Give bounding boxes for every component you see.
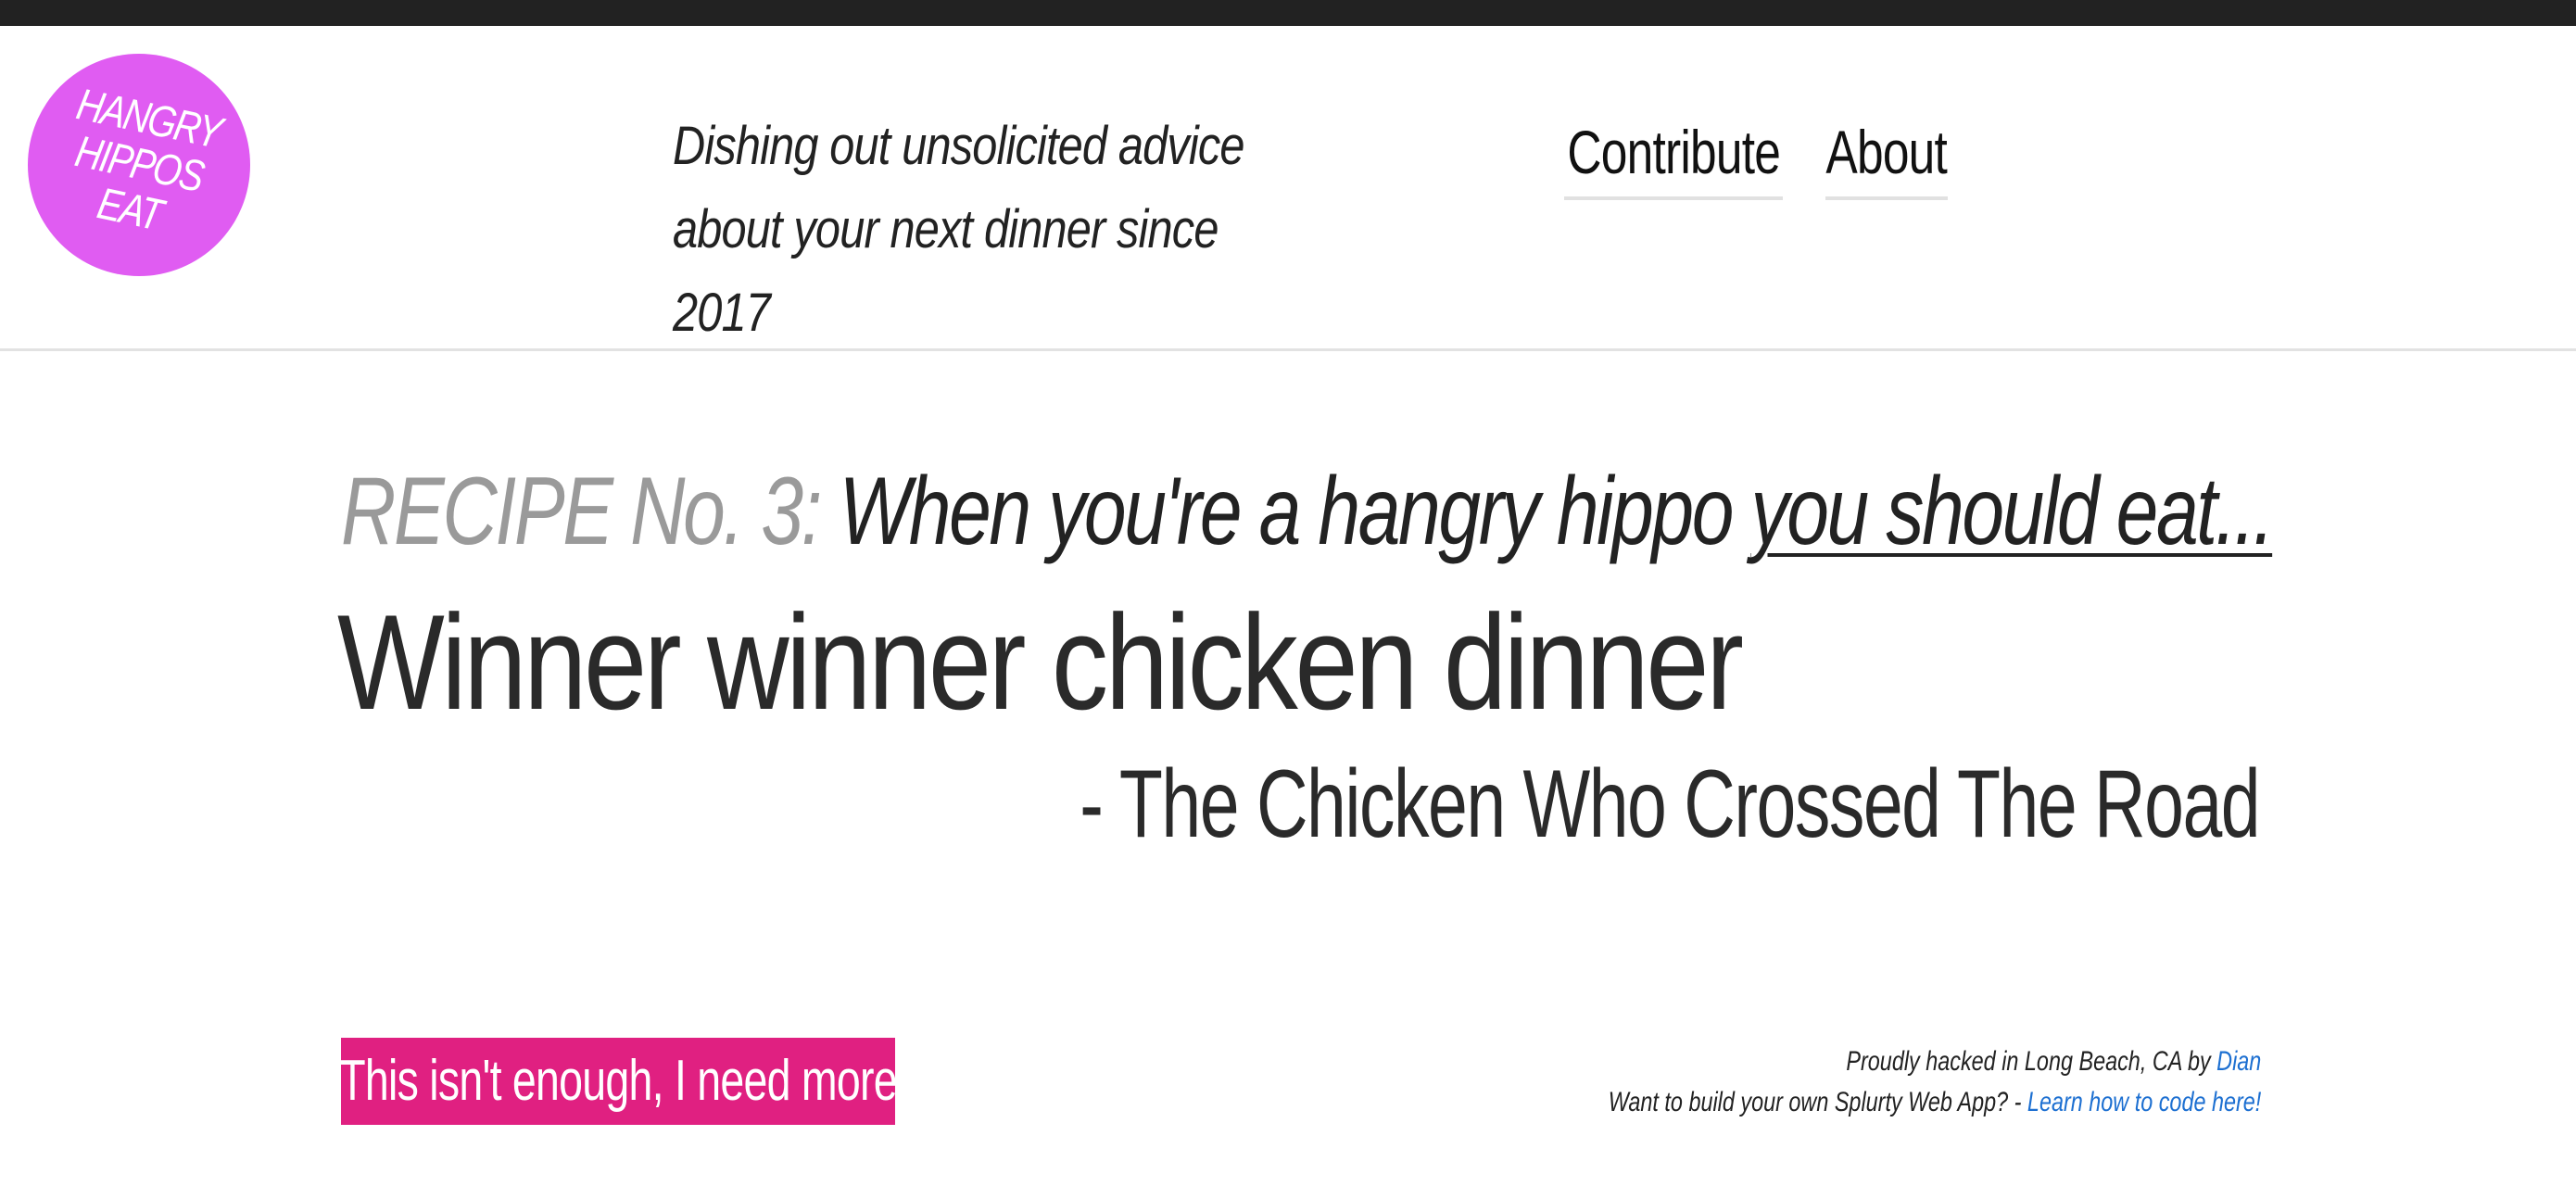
- logo-text: HANGRY HIPPOS EAT: [70, 80, 225, 241]
- need-more-button-label: This isn't enough, I need more: [341, 1049, 895, 1113]
- site-tagline: Dishing out unsolicited advice about you…: [673, 116, 1245, 343]
- recipe-lead-text: When you're a hangry hippo: [839, 458, 1751, 565]
- nav-about-label: About: [1825, 118, 1948, 186]
- footer-learn-line: Want to build your own Splurty Web App? …: [1608, 1082, 2261, 1123]
- recipe-intro: RECIPE No. 3: When you're a hangry hippo…: [341, 456, 2275, 567]
- learn-to-code-link[interactable]: Learn how to code here!: [2027, 1087, 2261, 1117]
- footer-credit-text: Proudly hacked in Long Beach, CA by: [1846, 1046, 2216, 1077]
- site-footer: Proudly hacked in Long Beach, CA by Dian…: [1424, 1041, 2261, 1123]
- header-divider: [0, 348, 2576, 351]
- nav-contribute-link[interactable]: Contribute: [1564, 109, 1783, 200]
- site-header: HANGRY HIPPOS EAT Dishing out unsolicite…: [0, 26, 2576, 348]
- top-bar: [0, 0, 2576, 26]
- footer-credit-line: Proudly hacked in Long Beach, CA by Dian: [1608, 1041, 2261, 1082]
- main-nav: Contribute About: [1564, 109, 1948, 200]
- nav-about-link[interactable]: About: [1825, 109, 1948, 200]
- you-should-eat-link[interactable]: you should eat...: [1751, 458, 2275, 565]
- author-link[interactable]: Dian: [2216, 1046, 2261, 1077]
- recipe-attribution: - The Chicken Who Crossed The Road: [1080, 751, 2260, 858]
- site-logo[interactable]: HANGRY HIPPOS EAT: [28, 54, 250, 276]
- need-more-button[interactable]: This isn't enough, I need more: [341, 1038, 895, 1125]
- recipe-headline: Winner winner chicken dinner: [337, 587, 1744, 738]
- recipe-number-label: RECIPE No. 3:: [341, 458, 822, 565]
- nav-contribute-label: Contribute: [1567, 118, 1781, 186]
- footer-learn-text: Want to build your own Splurty Web App? …: [1608, 1087, 2027, 1117]
- page: HANGRY HIPPOS EAT Dishing out unsolicite…: [0, 0, 2576, 1186]
